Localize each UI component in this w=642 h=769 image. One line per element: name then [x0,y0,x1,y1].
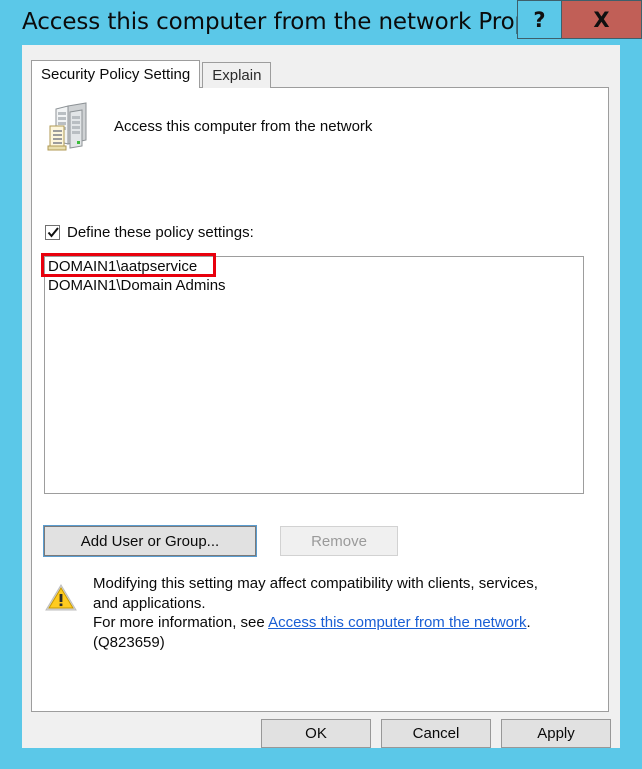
warning-line-2: and applications. [93,594,206,612]
caption-button-group: ? X [517,0,642,39]
add-user-or-group-button[interactable]: Add User or Group... [43,525,257,557]
warning-line-1: Modifying this setting may affect compat… [93,575,538,592]
warning-line-3: For more information, see Access this co… [93,613,538,633]
define-policy-settings-row[interactable]: Define these policy settings: [45,224,254,241]
ok-button[interactable]: OK [261,719,371,748]
list-action-row: Add User or Group... Remove [43,525,398,557]
checkmark-icon [47,227,59,238]
tab-strip: Security Policy Setting Explain [31,60,272,88]
define-policy-settings-label: Define these policy settings: [67,224,254,241]
help-button[interactable]: ? [517,0,562,39]
list-item[interactable]: DOMAIN1\Domain Admins [45,276,583,295]
policy-name-label: Access this computer from the network [114,117,373,135]
warning-kb-article: (Q823659) [93,633,165,651]
tab-panel-security-policy-setting: Access this computer from the network De… [31,87,609,712]
dialog-body: Security Policy Setting Explain Access t… [22,45,620,748]
define-policy-settings-checkbox[interactable] [45,225,60,240]
warning-line-3-prefix: For more information, see [93,614,269,631]
warning-text: Modifying this setting may affect compat… [93,574,538,652]
tab-security-policy-setting[interactable]: Security Policy Setting [31,60,201,88]
warning-triangle-icon [44,582,78,613]
cancel-button[interactable]: Cancel [381,719,491,748]
list-item[interactable]: DOMAIN1\aatpservice [45,257,583,276]
apply-button[interactable]: Apply [501,719,611,748]
warning-block: Modifying this setting may affect compat… [44,574,596,652]
dialog-footer: OK Cancel Apply [22,719,620,748]
principal-list-box[interactable]: DOMAIN1\aatpservice DOMAIN1\Domain Admin… [44,256,584,494]
properties-dialog-window: Access this computer from the network Pr… [0,0,642,769]
tab-explain[interactable]: Explain [202,62,272,88]
remove-button: Remove [280,526,398,556]
window-title: Access this computer from the network Pr… [22,9,594,35]
title-bar: Access this computer from the network Pr… [0,0,642,45]
policy-header: Access this computer from the network [44,100,372,152]
warning-line-3-suffix: . [526,614,531,631]
close-button[interactable]: X [561,0,642,39]
server-policy-icon [44,100,92,152]
more-information-link[interactable]: Access this computer from the network [268,614,526,631]
